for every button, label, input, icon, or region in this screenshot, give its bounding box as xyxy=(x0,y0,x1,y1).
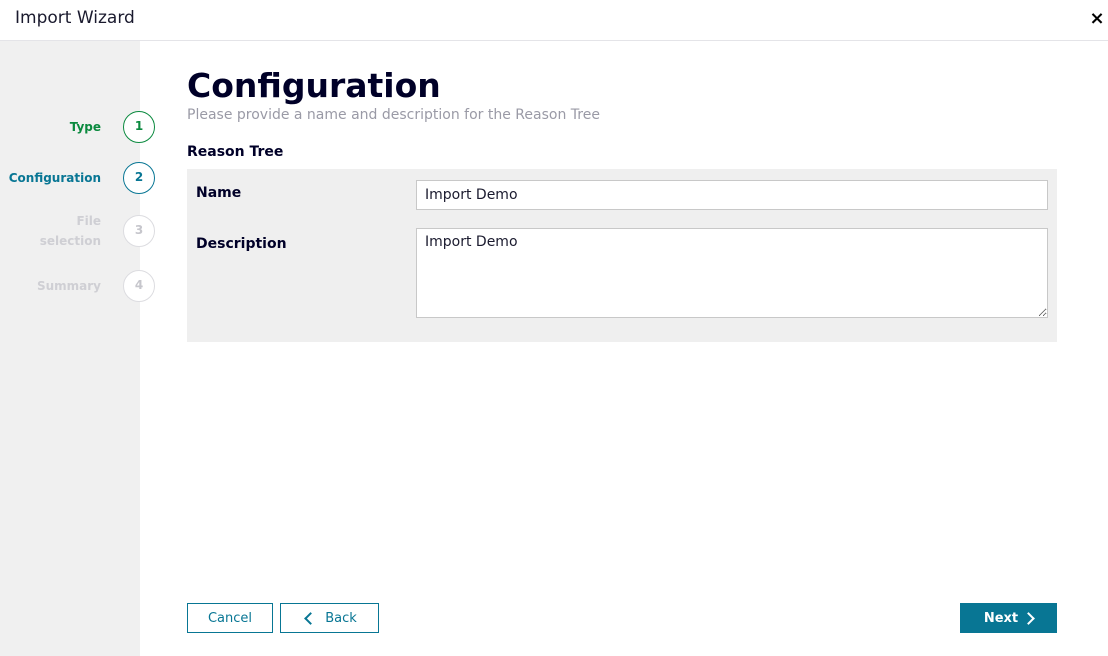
description-label: Description xyxy=(196,236,287,252)
step-label: Summary xyxy=(36,279,101,293)
next-label: Next xyxy=(983,610,1019,626)
step-label: Configuration xyxy=(8,171,101,185)
step-type[interactable]: Type 1 xyxy=(0,111,155,145)
close-icon[interactable]: × xyxy=(1089,9,1105,29)
name-input[interactable] xyxy=(416,180,1048,210)
back-button[interactable]: Back xyxy=(280,603,379,633)
chevron-right-icon xyxy=(1022,611,1036,625)
step-label: File selection xyxy=(39,214,101,248)
back-label: Back xyxy=(325,610,357,626)
description-textarea[interactable]: Import Demo xyxy=(416,228,1048,318)
cancel-label: Cancel xyxy=(207,610,253,626)
reason-tree-form: Name Description Import Demo xyxy=(187,169,1057,342)
step-number-circle: 4 xyxy=(123,270,155,302)
step-number-circle: 1 xyxy=(123,111,155,143)
step-number-circle: 3 xyxy=(123,215,155,247)
step-label: Type xyxy=(69,120,101,134)
page-subtitle: Please provide a name and description fo… xyxy=(187,107,600,123)
title-bar: Import Wizard × xyxy=(0,0,1108,41)
step-file-selection[interactable]: File selection 3 xyxy=(0,214,155,249)
window-title: Import Wizard xyxy=(15,8,135,28)
step-configuration[interactable]: Configuration 2 xyxy=(0,162,155,196)
name-label: Name xyxy=(196,185,242,201)
chevron-left-icon xyxy=(304,611,318,625)
wizard-stepper: Type 1 Configuration 2 File selection 3 … xyxy=(0,41,155,656)
step-number-circle: 2 xyxy=(123,162,155,194)
cancel-button[interactable]: Cancel xyxy=(187,603,273,633)
next-button[interactable]: Next xyxy=(960,603,1057,633)
page-title: Configuration xyxy=(187,66,441,105)
step-summary[interactable]: Summary 4 xyxy=(0,270,155,304)
section-title: Reason Tree xyxy=(187,144,284,160)
